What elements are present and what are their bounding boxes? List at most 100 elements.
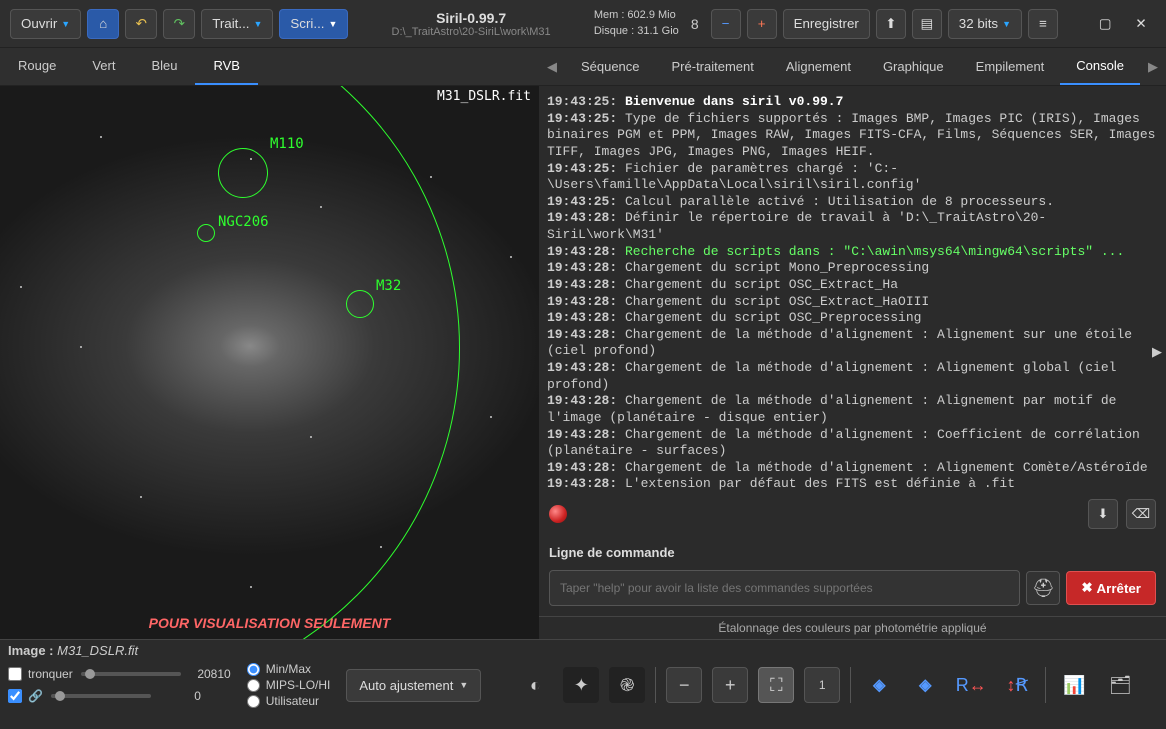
auto-adjust-dropdown[interactable]: Auto ajustement▼ <box>346 669 481 702</box>
tab-plot[interactable]: Graphique <box>867 49 960 84</box>
mirrory-icon: ↕Ꞧ <box>1007 675 1029 696</box>
zoom-fit-button[interactable]: ⛶ <box>758 667 794 703</box>
image-label: Image : <box>8 643 54 658</box>
tool-neg-button[interactable]: ◐ <box>517 667 553 703</box>
zoom-in-button[interactable]: + <box>712 667 748 703</box>
clear-log-button[interactable]: ⌫ <box>1126 499 1156 529</box>
zoom-100-button[interactable]: 1 <box>804 667 840 703</box>
livestack1-button[interactable]: ⬆ <box>876 9 906 39</box>
save-label: Enregistrer <box>794 16 859 31</box>
tab-rouge[interactable]: Rouge <box>0 48 74 85</box>
redo-button[interactable]: ↷ <box>163 9 195 39</box>
help-button[interactable]: ⛑ <box>1026 571 1060 605</box>
rotate-left-icon: ◈ <box>873 675 885 695</box>
minus-button[interactable]: − <box>711 9 741 39</box>
mode-radios: Min/Max MIPS-LO/HI Utilisateur <box>247 662 331 708</box>
stop-button[interactable]: ✖Arrêter <box>1066 571 1156 605</box>
process-dropdown[interactable]: Trait...▼ <box>201 9 273 39</box>
tab-align[interactable]: Alignement <box>770 49 867 84</box>
rotate-left-button[interactable]: ◈ <box>861 667 897 703</box>
layers-button[interactable]: 🗂 <box>1102 667 1138 703</box>
mode-minmax[interactable]: Min/Max <box>247 662 331 676</box>
console-line: 19:43:25: Calcul parallèle activé : Util… <box>547 194 1158 211</box>
truncate-checkbox[interactable]: tronquer <box>8 667 73 681</box>
annotation-m32-circle <box>346 290 374 318</box>
console-line: 19:43:28: Chargement de la méthode d'ali… <box>547 393 1158 426</box>
tab-console[interactable]: Console <box>1060 48 1140 85</box>
annotation-m32-label: M32 <box>376 278 401 294</box>
visualization-only-label: POUR VISUALISATION SEULEMENT <box>0 615 539 631</box>
console-line: 19:43:28: Chargement de la méthode d'ali… <box>547 427 1158 460</box>
livestack2-button[interactable]: ▤ <box>912 9 942 39</box>
top-toolbar: Ouvrir▼ ⌂ ↶ ↷ Trait...▼ Scri...▼ Siril-0… <box>0 0 1166 48</box>
channel-tabs: Rouge Vert Bleu RVB <box>0 48 539 86</box>
lo-slider[interactable] <box>51 694 151 698</box>
plus-icon: + <box>758 16 766 31</box>
annotation-ngc206-circle <box>197 224 215 242</box>
script-label: Scri... <box>290 16 324 31</box>
redo-icon: ↷ <box>174 16 185 32</box>
histogram-button[interactable]: 📊 <box>1056 667 1092 703</box>
tab-sequence[interactable]: Séquence <box>565 49 656 84</box>
annotation-m110-label: M110 <box>270 136 304 152</box>
tab-stack[interactable]: Empilement <box>960 49 1061 84</box>
bits-dropdown[interactable]: 32 bits▼ <box>948 9 1022 39</box>
image-name-row: Image : M31_DSLR.fit <box>0 640 1166 658</box>
undo-button[interactable]: ↶ <box>125 9 157 39</box>
tab-preprocess[interactable]: Pré-traitement <box>656 49 770 84</box>
minus-icon: − <box>722 16 730 31</box>
stack-icon: ⬆ <box>885 16 896 32</box>
home-button[interactable]: ⌂ <box>87 9 119 39</box>
console-line: 19:43:25: Fichier de paramètres chargé :… <box>547 161 1158 194</box>
close-button[interactable]: ✕ <box>1126 9 1156 39</box>
menu-button[interactable]: ≡ <box>1028 9 1058 39</box>
disk-stat: Disque : 31.1 Gio <box>594 24 679 39</box>
tool-color-button[interactable]: ✦ <box>563 667 599 703</box>
right-panel: ◀ Séquence Pré-traitement Alignement Gra… <box>539 48 1166 639</box>
open-button[interactable]: Ouvrir▼ <box>10 9 81 39</box>
caret-icon: ▼ <box>459 680 468 690</box>
left-panel: Rouge Vert Bleu RVB M31_DSLR.fit M110 NG… <box>0 48 539 639</box>
tab-scroll-right[interactable]: ▶ <box>1140 49 1166 85</box>
tab-vert[interactable]: Vert <box>74 48 133 85</box>
console-line: 19:43:25: Bienvenue dans siril v0.99.7 <box>547 94 1158 111</box>
save-button[interactable]: Enregistrer <box>783 9 870 39</box>
mode-mips[interactable]: MIPS-LO/HI <box>247 678 331 692</box>
mirror-x-button[interactable]: R↔ <box>953 667 989 703</box>
console-line: 19:43:28: Définir le répertoire de trava… <box>547 210 1158 243</box>
caret-icon: ▼ <box>254 19 263 29</box>
expand-right-icon[interactable]: ▶ <box>1148 340 1166 364</box>
status-row: ⬇ ⌫ <box>539 493 1166 535</box>
right-tabs: ◀ Séquence Pré-traitement Alignement Gra… <box>539 48 1166 86</box>
command-input[interactable] <box>549 570 1020 606</box>
mem-stat: Mem : 602.9 Mio <box>594 8 679 23</box>
hi-slider[interactable] <box>81 672 181 676</box>
astrometry-icon: ֎ <box>620 673 635 697</box>
zoom-out-button[interactable]: − <box>666 667 702 703</box>
plus-button[interactable]: + <box>747 9 777 39</box>
image-view[interactable]: M31_DSLR.fit M110 NGC206 M32 POUR VISUAL… <box>0 86 539 639</box>
mode-user[interactable]: Utilisateur <box>247 694 331 708</box>
maximize-icon: ▢ <box>1099 16 1112 32</box>
console-output[interactable]: 19:43:25: Bienvenue dans siril v0.99.7 19… <box>539 86 1166 493</box>
console-line: 19:43:28: Chargement de la méthode d'ali… <box>547 460 1158 477</box>
app-path: D:\_TraitAstro\20-SiriL\work\M31 <box>354 26 587 38</box>
cmd-header: Ligne de commande <box>539 541 1166 564</box>
console-line: 19:43:28: Chargement de la méthode d'ali… <box>547 360 1158 393</box>
export-log-button[interactable]: ⬇ <box>1088 499 1118 529</box>
rotate-right-button[interactable]: ◈ <box>907 667 943 703</box>
spin-value[interactable]: 8 <box>685 16 705 32</box>
mirror-y-button[interactable]: ↕Ꞧ <box>999 667 1035 703</box>
script-dropdown[interactable]: Scri...▼ <box>279 9 348 39</box>
tool-astrometry-button[interactable]: ֎ <box>609 667 645 703</box>
export-icon: ⬇ <box>1098 506 1109 522</box>
neg-icon: ◐ <box>530 675 541 696</box>
link-checkbox[interactable]: 🔗 <box>8 689 43 703</box>
tab-rvb[interactable]: RVB <box>195 48 258 85</box>
tab-bleu[interactable]: Bleu <box>133 48 195 85</box>
tab-scroll-left[interactable]: ◀ <box>539 49 565 85</box>
maximize-button[interactable]: ▢ <box>1090 9 1120 39</box>
undo-icon: ↶ <box>136 16 147 32</box>
caret-icon: ▼ <box>61 19 70 29</box>
main-split: Rouge Vert Bleu RVB M31_DSLR.fit M110 NG… <box>0 48 1166 639</box>
